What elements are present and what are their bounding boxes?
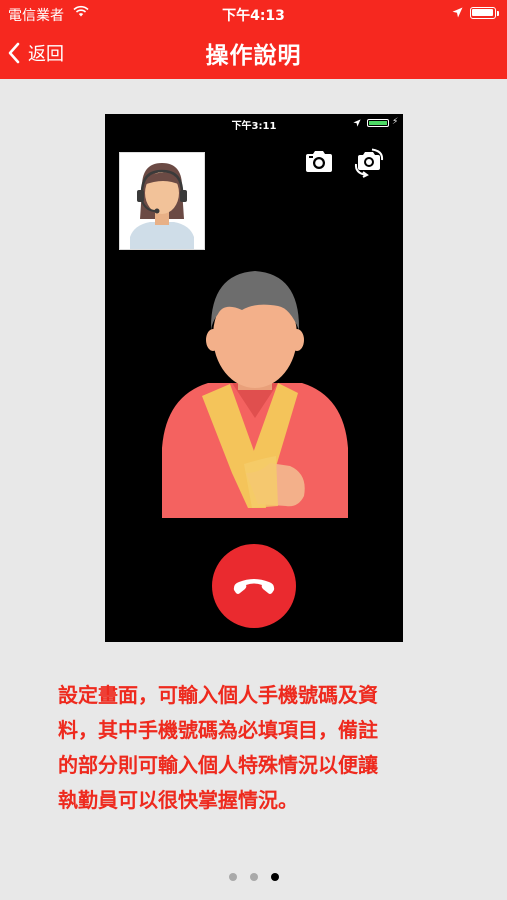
charging-icon: ⚡ [392, 117, 399, 127]
hang-up-button[interactable] [212, 544, 296, 628]
page-dot-2[interactable] [249, 873, 258, 881]
page-dot-1[interactable] [228, 873, 237, 881]
battery-tip [497, 11, 499, 16]
call-screen-preview: 下午3:11 ⚡ [105, 114, 403, 642]
page-indicator [0, 873, 507, 881]
nav-bar: 電信業者 下午4:13 返回 操作說明 [0, 0, 507, 79]
preview-location-icon [353, 119, 361, 127]
page-title: 操作說明 [205, 43, 302, 69]
preview-battery-fill [369, 121, 387, 125]
battery-icon [470, 7, 496, 19]
status-bar: 電信業者 下午4:13 [0, 0, 507, 26]
switch-camera-icon[interactable] [353, 148, 385, 178]
agent-avatar [119, 152, 205, 250]
patient-illustration [162, 271, 348, 518]
instruction-text: 設定畫面，可輸入個人手機號碼及資 料，其中手機號碼為必填項目，備註 的部分則可輸… [58, 683, 378, 812]
location-arrow-icon [452, 7, 463, 18]
hang-up-icon [233, 579, 275, 594]
camera-icon[interactable] [304, 149, 334, 173]
agent-illustration [120, 153, 204, 249]
preview-battery-icon [367, 119, 389, 127]
page-dot-3[interactable] [270, 873, 279, 881]
status-time: 下午4:13 [222, 8, 285, 24]
